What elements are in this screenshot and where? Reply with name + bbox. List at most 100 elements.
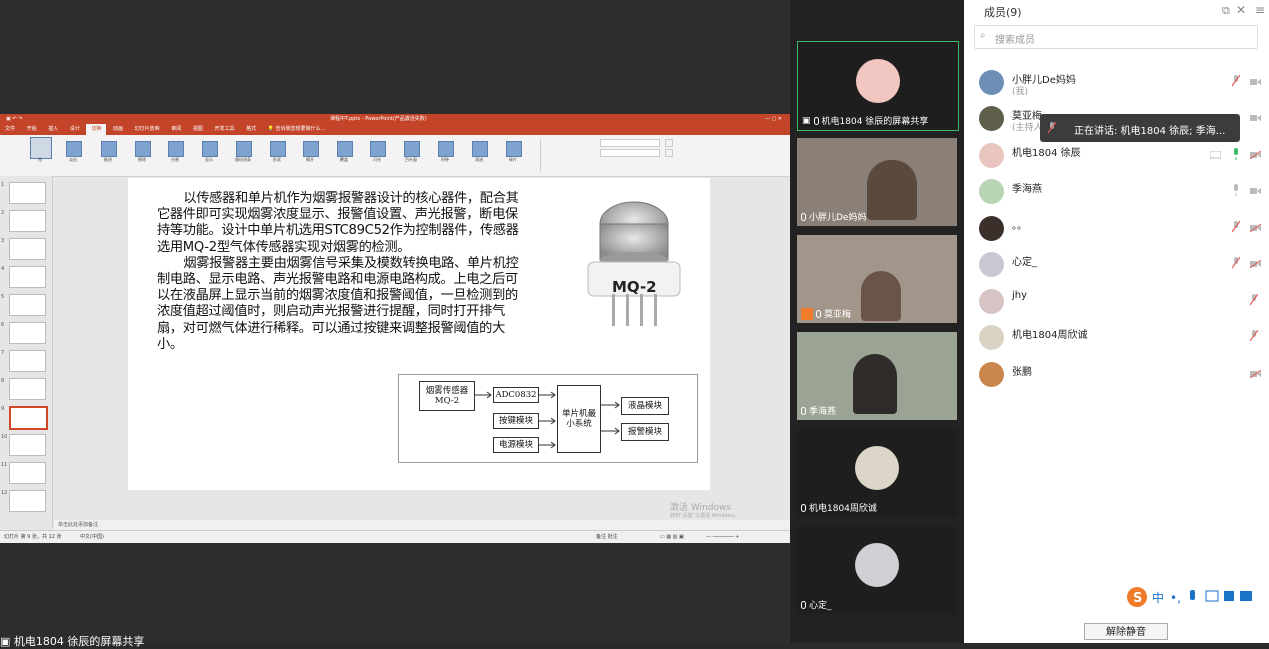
camera-off-icon[interactable] [1250, 151, 1261, 159]
slide-thumb-selected[interactable] [9, 406, 48, 430]
mic-muted-icon[interactable] [1250, 294, 1258, 306]
video-tile[interactable]: 季海燕 [797, 332, 957, 420]
advance-slide-controls[interactable] [665, 139, 745, 167]
tab-developer[interactable]: 开发工具 [209, 124, 239, 135]
tab-insert[interactable]: 插入 [43, 124, 63, 135]
member-row[interactable]: 心定_ [964, 246, 1269, 282]
search-input[interactable]: ⌕ 搜索成员 [974, 25, 1258, 49]
notes-comments-buttons[interactable]: 备注 批注 [596, 531, 618, 543]
timing-controls[interactable] [600, 139, 660, 167]
transition-label: 时钟 [441, 157, 449, 162]
avatar [979, 216, 1004, 241]
tab-slideshow[interactable]: 幻灯片放映 [130, 124, 165, 135]
camera-off-icon[interactable] [1250, 260, 1261, 268]
transition-shred-button[interactable] [506, 141, 522, 157]
slide-thumb[interactable] [9, 350, 46, 372]
member-row[interactable]: 季海燕 [964, 173, 1269, 209]
member-row[interactable]: 张鹏 [964, 356, 1269, 392]
transition-clock-button[interactable] [438, 141, 454, 157]
video-tile[interactable]: ▣ 机电1804 徐辰的屏幕共享 [797, 41, 959, 131]
camera-icon[interactable] [1250, 187, 1261, 195]
close-icon[interactable]: ✕ [1236, 3, 1246, 17]
slide-thumb[interactable] [9, 294, 46, 316]
slide-thumb[interactable] [9, 182, 46, 204]
transition-vortex-button[interactable] [472, 141, 488, 157]
transition-none-button[interactable] [30, 137, 52, 159]
sound-select[interactable] [600, 139, 660, 147]
tab-design[interactable]: 设计 [65, 124, 85, 135]
video-tile[interactable]: 小胖儿De妈妈 [797, 138, 957, 226]
transition-label: 碎片 [509, 157, 517, 162]
member-row[interactable]: 机电1804周欣诚 [964, 319, 1269, 355]
transition-split-button[interactable] [168, 141, 184, 157]
slide-thumb[interactable] [9, 266, 46, 288]
video-tile[interactable]: 莫亚梅 [797, 235, 957, 323]
mic-icon[interactable] [1232, 184, 1240, 196]
window-controls-icon[interactable]: — ▢ ✕ [765, 114, 782, 124]
after-checkbox[interactable] [665, 149, 673, 157]
slide-thumb[interactable] [9, 322, 46, 344]
screen-share-icon[interactable] [1210, 151, 1221, 159]
transition-cover-button[interactable] [337, 141, 353, 157]
diagram-power-box: 电源模块 [493, 437, 539, 453]
tab-view[interactable]: 视图 [188, 124, 208, 135]
camera-off-icon[interactable] [1250, 370, 1261, 378]
mic-active-icon[interactable] [1232, 148, 1240, 160]
slide-thumb[interactable] [9, 210, 46, 232]
menu-icon[interactable]: ≡ [1255, 3, 1265, 17]
tab-format[interactable]: 格式 [241, 124, 261, 135]
transition-blinds-button[interactable] [404, 141, 420, 157]
slide-canvas[interactable]: 以传感器和单片机作为烟雾报警器设计的核心器件，配合其它器件即可实现烟雾浓度显示、… [128, 178, 710, 490]
tab-animations[interactable]: 动画 [108, 124, 128, 135]
transition-wipe-button[interactable] [135, 141, 151, 157]
camera-off-icon[interactable] [1250, 224, 1261, 232]
tab-review[interactable]: 审阅 [166, 124, 186, 135]
member-row[interactable]: 机电1804 徐辰 [964, 137, 1269, 173]
transition-flash-button[interactable] [370, 141, 386, 157]
member-name: jhy [1012, 290, 1028, 301]
video-tile[interactable]: 心定_ [797, 526, 957, 614]
video-tile[interactable]: 机电1804周欣诚 [797, 429, 957, 517]
on-click-checkbox[interactable] [665, 139, 673, 147]
mic-muted-icon[interactable] [1232, 75, 1240, 87]
transition-push-button[interactable] [101, 141, 117, 157]
transition-shape-button[interactable] [270, 141, 286, 157]
tab-home[interactable]: 开始 [22, 124, 42, 135]
mic-muted-icon[interactable] [1232, 221, 1240, 233]
member-row[interactable]: jhy [964, 283, 1269, 319]
view-buttons-icon[interactable]: ▭ ▦ ▥ ▣ [660, 531, 684, 543]
transition-reveal-button[interactable] [202, 141, 218, 157]
duration-select[interactable] [600, 149, 660, 157]
transition-fade-button[interactable] [66, 141, 82, 157]
tab-transitions[interactable]: 切换 [86, 124, 107, 135]
mic-muted-icon[interactable] [1250, 330, 1258, 342]
transition-uncover-button[interactable] [303, 141, 319, 157]
slide-thumb[interactable] [9, 378, 46, 400]
mic-muted-icon[interactable] [1232, 257, 1240, 269]
person-silhouette [867, 160, 917, 220]
member-row[interactable]: 小胖儿De妈妈 (我) [964, 64, 1269, 100]
slide-thumb[interactable] [9, 238, 46, 260]
tell-me-box[interactable]: 💡 告诉我您想要做什么... [263, 124, 331, 135]
transition-randombars-button[interactable] [236, 141, 252, 157]
member-row[interactable]: 。。 [964, 210, 1269, 246]
zoom-slider[interactable]: — ─────── + [706, 531, 739, 543]
camera-icon[interactable] [1250, 114, 1261, 122]
slide-body-text[interactable]: 以传感器和单片机作为烟雾报警器设计的核心器件，配合其它器件即可实现烟雾浓度显示、… [157, 191, 527, 353]
mic-icon [816, 309, 821, 318]
share-label: ▣ 机电1804 徐辰的屏幕共享 [0, 633, 144, 649]
panel-popout-icon[interactable]: ⧉ [1222, 4, 1230, 18]
slide-thumb[interactable] [9, 490, 46, 512]
save-icon[interactable]: ▣ ↶ ↷ [6, 114, 22, 124]
video-tile-label: 心定_ [809, 601, 832, 611]
avatar [856, 59, 900, 103]
video-tile-name: 小胖儿De妈妈 [801, 210, 866, 223]
slide-thumb[interactable] [9, 462, 46, 484]
notes-pane[interactable]: 单击此处添加备注 [54, 520, 794, 530]
unmute-button[interactable]: 解除静音 [1084, 623, 1168, 640]
block-diagram[interactable]: 烟雾传感器MQ-2 ADC0832 按键模块 电源模块 单片机最小系统 液晶模块… [398, 374, 698, 463]
ime-toolbar[interactable]: S 中 •, [1126, 585, 1266, 609]
slide-thumb[interactable] [9, 434, 46, 456]
tab-file[interactable]: 文件 [0, 124, 20, 135]
camera-icon[interactable] [1250, 78, 1261, 86]
